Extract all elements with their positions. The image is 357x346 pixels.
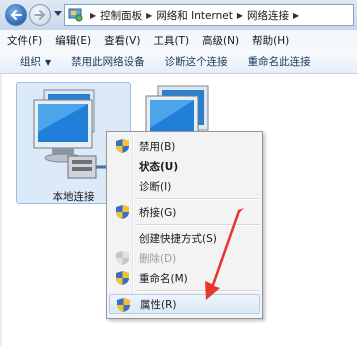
annotation-arrow xyxy=(205,208,244,300)
